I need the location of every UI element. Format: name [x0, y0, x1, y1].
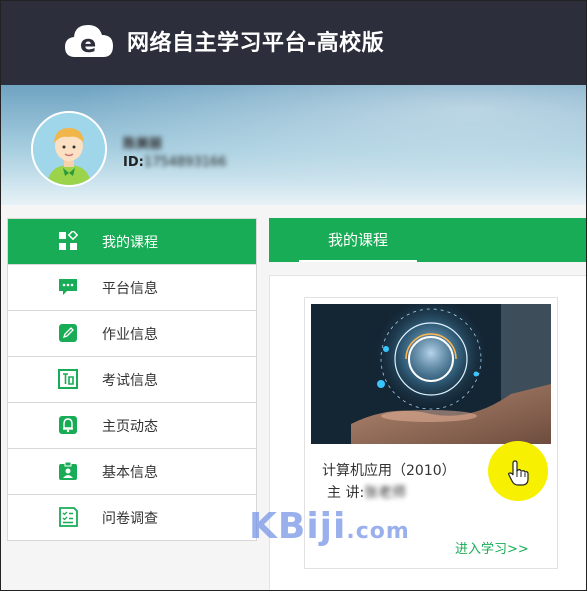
tab-my-courses[interactable]: 我的课程: [299, 218, 417, 262]
grid-icon: [59, 231, 78, 250]
svg-text:e: e: [80, 30, 96, 58]
sidebar-item-label: 考试信息: [102, 373, 158, 389]
user-name: 陈美丽: [123, 137, 163, 152]
user-id-value: 1754893166: [143, 155, 227, 170]
main-tab-bar: 我的课程: [269, 218, 586, 262]
boy-avatar-icon: [31, 111, 107, 187]
watermark-suffix: .com: [346, 519, 410, 544]
app-title: 网络自主学习平台-高校版: [127, 31, 385, 56]
sidebar-item-exams[interactable]: 考试信息: [8, 357, 256, 403]
hand-cursor-icon: [508, 460, 529, 486]
watermark: KBiji.com: [249, 506, 410, 547]
sidebar-item-home-feed[interactable]: 主页动态: [8, 403, 256, 449]
watermark-main: KBiji: [249, 506, 347, 547]
sidebar-item-label: 基本信息: [102, 465, 158, 481]
sidebar-item-homework[interactable]: 作业信息: [8, 311, 256, 357]
course-cover-image[interactable]: [311, 304, 551, 444]
teacher-name: 张老师: [364, 485, 407, 501]
user-id: ID:1754893166: [123, 155, 227, 170]
sidebar-item-platform-info[interactable]: 平台信息: [8, 265, 256, 311]
sidebar-item-my-courses[interactable]: 我的课程: [8, 219, 256, 265]
sidebar-item-label: 我的课程: [102, 235, 158, 251]
app-window: e 网络自主学习平台-高校版 陈美丽 ID:1754893166 我的课程 平台…: [0, 0, 587, 591]
sidebar-item-label: 平台信息: [102, 281, 158, 297]
user-id-label: ID:: [123, 155, 144, 170]
sidebar: 我的课程 平台信息 作业信息 考试信息 主页动态 基本信息 问卷调查: [7, 218, 257, 541]
sidebar-item-label: 作业信息: [102, 327, 158, 343]
sidebar-item-survey[interactable]: 问卷调查: [8, 495, 256, 540]
cloud-e-logo-icon: e: [65, 25, 113, 58]
teacher-label: 主 讲:: [327, 485, 365, 501]
edit-icon: [59, 324, 77, 342]
enter-study-link[interactable]: 进入学习>>: [455, 538, 529, 557]
id-badge-icon: [59, 461, 77, 480]
checklist-icon: [59, 507, 78, 527]
active-tab-indicator: [299, 260, 417, 262]
bell-icon: [59, 416, 77, 434]
top-bar: e 网络自主学习平台-高校版: [1, 1, 586, 85]
course-title[interactable]: 计算机应用（2010）: [322, 460, 456, 480]
sidebar-item-label: 问卷调查: [102, 511, 158, 527]
sidebar-item-basic-info[interactable]: 基本信息: [8, 449, 256, 495]
chat-bubble-icon: [59, 279, 77, 295]
sidebar-item-label: 主页动态: [102, 419, 158, 435]
course-teacher: 主 讲:张老师: [327, 482, 406, 502]
exam-icon: [58, 369, 78, 389]
